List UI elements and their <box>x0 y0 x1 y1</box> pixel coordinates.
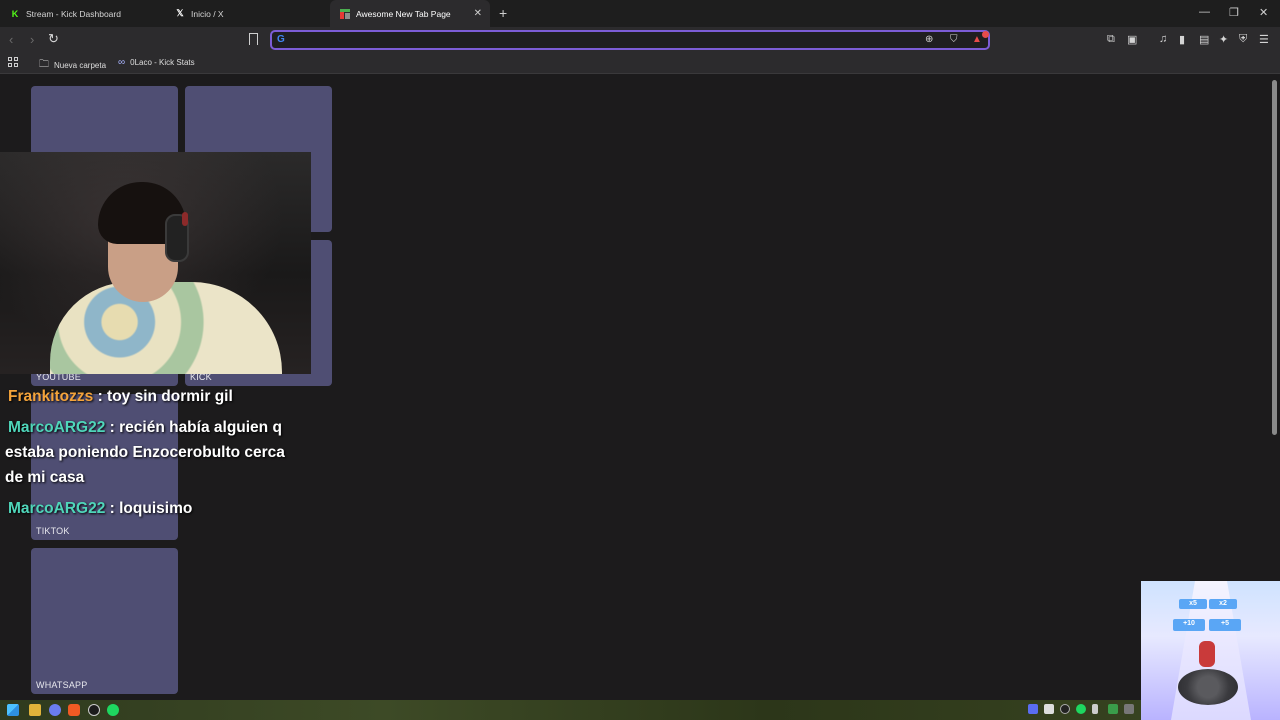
game-crowd <box>1178 669 1238 705</box>
chat-text: : loquisimo <box>109 500 193 517</box>
tab-new-tab-page[interactable]: Awesome New Tab Page ✕ <box>330 0 490 27</box>
tab-label: Stream - Kick Dashboard <box>26 8 121 19</box>
tray-obs-icon[interactable] <box>1060 704 1070 714</box>
tray-app-icon[interactable] <box>1124 704 1134 714</box>
taskbar <box>0 700 1280 720</box>
game-gate: +10 <box>1173 619 1205 631</box>
menu-icon[interactable]: ☰ <box>1259 33 1269 46</box>
scrollbar-thumb[interactable] <box>1272 80 1277 435</box>
obs-icon[interactable] <box>88 704 100 716</box>
game-runner <box>1199 641 1215 667</box>
sidebar-icon[interactable]: ▮ <box>1179 33 1185 46</box>
close-window-icon[interactable]: ✕ <box>1259 6 1268 19</box>
forward-icon[interactable]: › <box>30 32 34 47</box>
back-icon[interactable]: ‹ <box>9 32 13 47</box>
vpn-shield-icon[interactable]: ⛨ <box>1239 33 1247 46</box>
reload-icon[interactable]: ↻ <box>48 31 59 47</box>
brave-icon[interactable] <box>68 704 80 716</box>
chat-username: MarcoARG22 <box>8 500 106 517</box>
zoom-icon[interactable]: ⊕ <box>925 34 933 45</box>
tab-strip: K Stream - Kick Dashboard 𝕏 Inicio / X A… <box>0 0 1280 27</box>
close-tab-icon[interactable]: ✕ <box>474 8 482 19</box>
wallet-icon[interactable]: ▤ <box>1199 33 1209 46</box>
newtab-icon <box>340 8 350 19</box>
file-explorer-icon[interactable] <box>29 704 41 716</box>
browser-window: K Stream - Kick Dashboard 𝕏 Inicio / X A… <box>0 0 1280 720</box>
tray-mic-icon[interactable] <box>1092 704 1098 714</box>
game-gate: +5 <box>1209 619 1241 631</box>
notification-badge <box>982 31 989 38</box>
extensions-icon[interactable]: ⧉ <box>1107 33 1115 46</box>
kick-icon: K <box>11 8 19 19</box>
chat-username: MarcoARG22 <box>8 419 106 436</box>
x-icon: 𝕏 <box>176 8 184 18</box>
bookmark-nueva-carpeta[interactable]: 🗀 Nueva carpeta <box>39 57 106 74</box>
address-bar[interactable]: G ⊕ ⛉ ▲ <box>270 30 990 50</box>
screenshot-icon[interactable]: ▣ <box>1127 33 1137 46</box>
minimize-icon[interactable]: — <box>1199 6 1210 18</box>
bookmark-label: 0Laco - Kick Stats <box>130 58 195 67</box>
tab-x-inicio[interactable]: 𝕏 Inicio / X <box>165 0 330 27</box>
kickstats-icon: ∞ <box>118 57 126 68</box>
tray-app-icon[interactable] <box>1044 704 1054 714</box>
tray-app-icon[interactable] <box>1108 704 1118 714</box>
tab-kick-dashboard[interactable]: K Stream - Kick Dashboard <box>0 0 165 27</box>
mobile-game-overlay: x5 x2 +10 +5 <box>1141 581 1280 720</box>
tile-label: TIKTOK <box>36 526 70 536</box>
windows-start-icon[interactable] <box>7 704 19 716</box>
chat-overlay: Frankitozzs : toy sin dormir gil MarcoAR… <box>5 384 305 527</box>
game-gate: x5 <box>1179 599 1207 609</box>
spotify-icon[interactable] <box>107 704 119 716</box>
bookmark-label: Nueva carpeta <box>54 61 107 70</box>
brave-shields-icon[interactable]: ⛉ <box>950 34 958 45</box>
bookmark-kick-stats[interactable]: ∞ 0Laco - Kick Stats <box>118 57 195 68</box>
chat-text: : toy sin dormir gil <box>97 388 233 405</box>
apps-grid-icon[interactable] <box>8 57 19 68</box>
restore-icon[interactable]: ❐ <box>1229 6 1239 19</box>
chat-username: Frankitozzs <box>8 388 94 405</box>
headphone-accent <box>182 212 188 226</box>
music-icon[interactable]: ♫ <box>1159 33 1167 45</box>
folder-icon: 🗀 <box>39 59 49 70</box>
leo-ai-icon[interactable]: ✦ <box>1219 33 1228 46</box>
tray-spotify-icon[interactable] <box>1076 704 1086 714</box>
chat-message: MarcoARG22 : recién había alguien q esta… <box>5 415 305 490</box>
webcam-overlay <box>0 152 311 374</box>
bookmarks-bar: 🗀 Nueva carpeta ∞ 0Laco - Kick Stats <box>0 52 1280 74</box>
tab-label: Awesome New Tab Page <box>356 8 451 19</box>
address-input[interactable] <box>294 33 914 47</box>
tile-whatsapp[interactable]: WHATSAPP <box>31 548 178 694</box>
brave-rewards-icon[interactable]: ▲ <box>972 34 982 45</box>
chat-message: MarcoARG22 : loquisimo <box>5 496 305 521</box>
chat-message: Frankitozzs : toy sin dormir gil <box>5 384 305 409</box>
discord-icon[interactable] <box>49 704 61 716</box>
tab-label: Inicio / X <box>191 8 224 19</box>
new-tab-button[interactable]: + <box>499 5 507 21</box>
google-icon: G <box>277 34 285 45</box>
tray-app-icon[interactable] <box>1028 704 1038 714</box>
game-gate: x2 <box>1209 599 1237 609</box>
bookmark-icon[interactable] <box>249 33 258 45</box>
tile-label: WHATSAPP <box>36 680 88 690</box>
